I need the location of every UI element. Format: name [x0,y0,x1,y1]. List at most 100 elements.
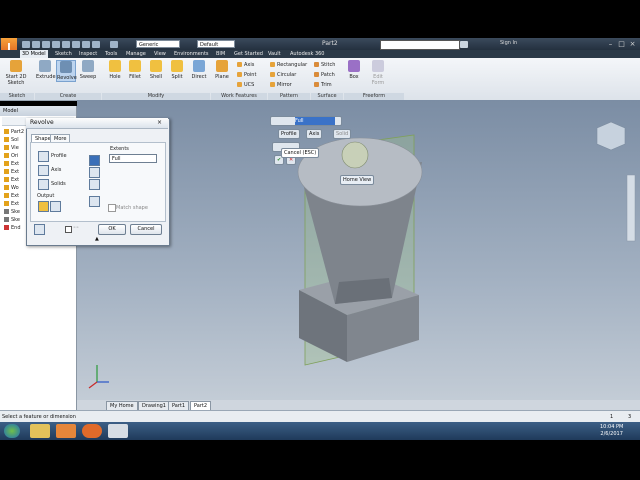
tree-item[interactable]: Sol [4,136,19,144]
model-browser-title[interactable]: Model [3,108,18,114]
explorer-icon[interactable] [30,424,50,438]
save-icon[interactable] [42,41,50,48]
circular-pattern-button[interactable]: Circular [270,71,296,79]
collapse-arrow-icon[interactable]: ▲ [95,236,99,242]
tab-vault[interactable]: Vault [266,50,283,58]
undo-icon[interactable] [52,41,60,48]
ucs-button[interactable]: UCS [237,81,254,89]
tab-manage[interactable]: Manage [124,50,148,58]
minimize-icon[interactable]: – [606,40,615,48]
tab-autodesk-360[interactable]: Autodesk 360 [288,50,327,58]
rectangular-pattern-button[interactable]: Rectangular [270,61,307,69]
hole-button[interactable]: Hole [106,60,124,80]
tab-tools[interactable]: Tools [103,50,119,58]
sweep-button[interactable]: Sweep [79,60,97,80]
box-button[interactable]: Box [345,60,363,80]
output-surface-icon[interactable] [50,201,61,212]
inventor-icon[interactable] [56,424,76,438]
extents-select[interactable]: Full [109,154,157,163]
ok-button[interactable]: OK [98,224,126,235]
intersect-icon[interactable] [89,179,100,190]
maximize-icon[interactable]: □ [617,40,626,48]
extrude-button[interactable]: Extrude [36,60,56,80]
minitoolbar-profile-button[interactable]: Profile [278,129,300,139]
shell-button[interactable]: Shell [147,60,165,80]
new-solid-icon[interactable] [89,196,100,207]
tree-item[interactable]: Wo [4,184,19,192]
edit-form-button[interactable]: Edit Form [369,60,387,86]
tree-item[interactable]: Ske [4,216,20,224]
panel-modify[interactable]: Modify [102,93,210,100]
tree-item[interactable]: Part2 [4,128,24,136]
patch-button[interactable]: Patch [314,71,335,79]
sign-in-link[interactable]: Sign In [500,40,517,46]
home-view-button[interactable]: Home View [340,175,375,185]
window-icon[interactable] [108,424,128,438]
binoculars-icon[interactable] [460,41,468,48]
cut-icon[interactable] [89,167,100,178]
minitoolbar-axis-button[interactable]: Axis [306,129,323,139]
plane-button[interactable]: Plane [213,60,231,80]
tree-item[interactable]: Ext [4,160,19,168]
tree-item[interactable]: Ske [4,208,20,216]
tree-item[interactable]: Ext [4,176,19,184]
material-combo[interactable]: Generic [136,40,180,48]
minitoolbar-extents[interactable]: Full [270,116,342,126]
tab-get-started[interactable]: Get Started [232,50,265,58]
panel-work-features[interactable]: Work Features [211,93,267,100]
tree-item[interactable]: Vie [4,144,19,152]
select-icon[interactable] [82,41,90,48]
tree-item[interactable]: Ext [4,200,19,208]
tree-item[interactable]: Ori [4,152,18,160]
home-icon[interactable] [72,41,80,48]
close-icon[interactable]: × [628,40,637,48]
solids-select-icon[interactable] [38,179,49,190]
view-cube[interactable] [596,121,626,151]
axis-select-icon[interactable] [38,165,49,176]
panel-sketch[interactable]: Sketch [0,93,34,100]
start-sketch-button[interactable]: Start 2D Sketch [4,60,28,86]
trim-button[interactable]: Trim [314,81,332,89]
tab-inspect[interactable]: Inspect [77,50,99,58]
preview-checkbox[interactable] [65,226,72,233]
tab-environments[interactable]: Environments [172,50,211,58]
extents-dropdown[interactable]: Full [295,117,335,125]
help-search-input[interactable] [380,40,460,50]
profile-select-icon[interactable] [38,151,49,162]
navigation-bar[interactable] [626,174,636,242]
revolve-button[interactable]: Revolve [56,60,77,82]
split-button[interactable]: Split [168,60,186,80]
dialog-close-icon[interactable]: × [157,118,162,128]
start-button[interactable] [4,424,20,438]
clock[interactable]: 10:04 PM 2/6/2017 [600,424,623,438]
stitch-button[interactable]: Stitch [314,61,335,69]
tab-view[interactable]: View [152,50,168,58]
tree-item[interactable]: End [4,224,21,232]
mirror-button[interactable]: Mirror [270,81,292,89]
output-solid-icon[interactable] [38,201,49,212]
panel-surface[interactable]: Surface [311,93,343,100]
glasses-icon[interactable]: ◦◦ [73,225,79,231]
panel-freeform[interactable]: Freeform [344,93,404,100]
cancel-button[interactable]: Cancel [130,224,162,235]
new-icon[interactable] [22,41,30,48]
color-icon[interactable] [110,41,118,48]
tree-item[interactable]: Ext [4,192,19,200]
appearance-combo[interactable]: Default [197,40,235,48]
join-icon[interactable] [89,155,100,166]
direct-button[interactable]: Direct [190,60,208,80]
axis-button[interactable]: Axis [237,61,254,69]
panel-create[interactable]: Create [35,93,101,100]
tab-3d-model[interactable]: 3D Model [20,50,48,58]
firefox-icon[interactable] [82,424,102,438]
redo-icon[interactable] [62,41,70,48]
tab-bim[interactable]: BIM [214,50,227,58]
fillet-button[interactable]: Fillet [126,60,144,80]
minitoolbar-solid-button[interactable]: Solid [333,129,352,139]
update-icon[interactable] [92,41,100,48]
open-icon[interactable] [32,41,40,48]
point-button[interactable]: Point [237,71,256,79]
tab-sketch[interactable]: Sketch [53,50,74,58]
help-icon[interactable] [34,224,45,235]
panel-pattern[interactable]: Pattern [268,93,310,100]
